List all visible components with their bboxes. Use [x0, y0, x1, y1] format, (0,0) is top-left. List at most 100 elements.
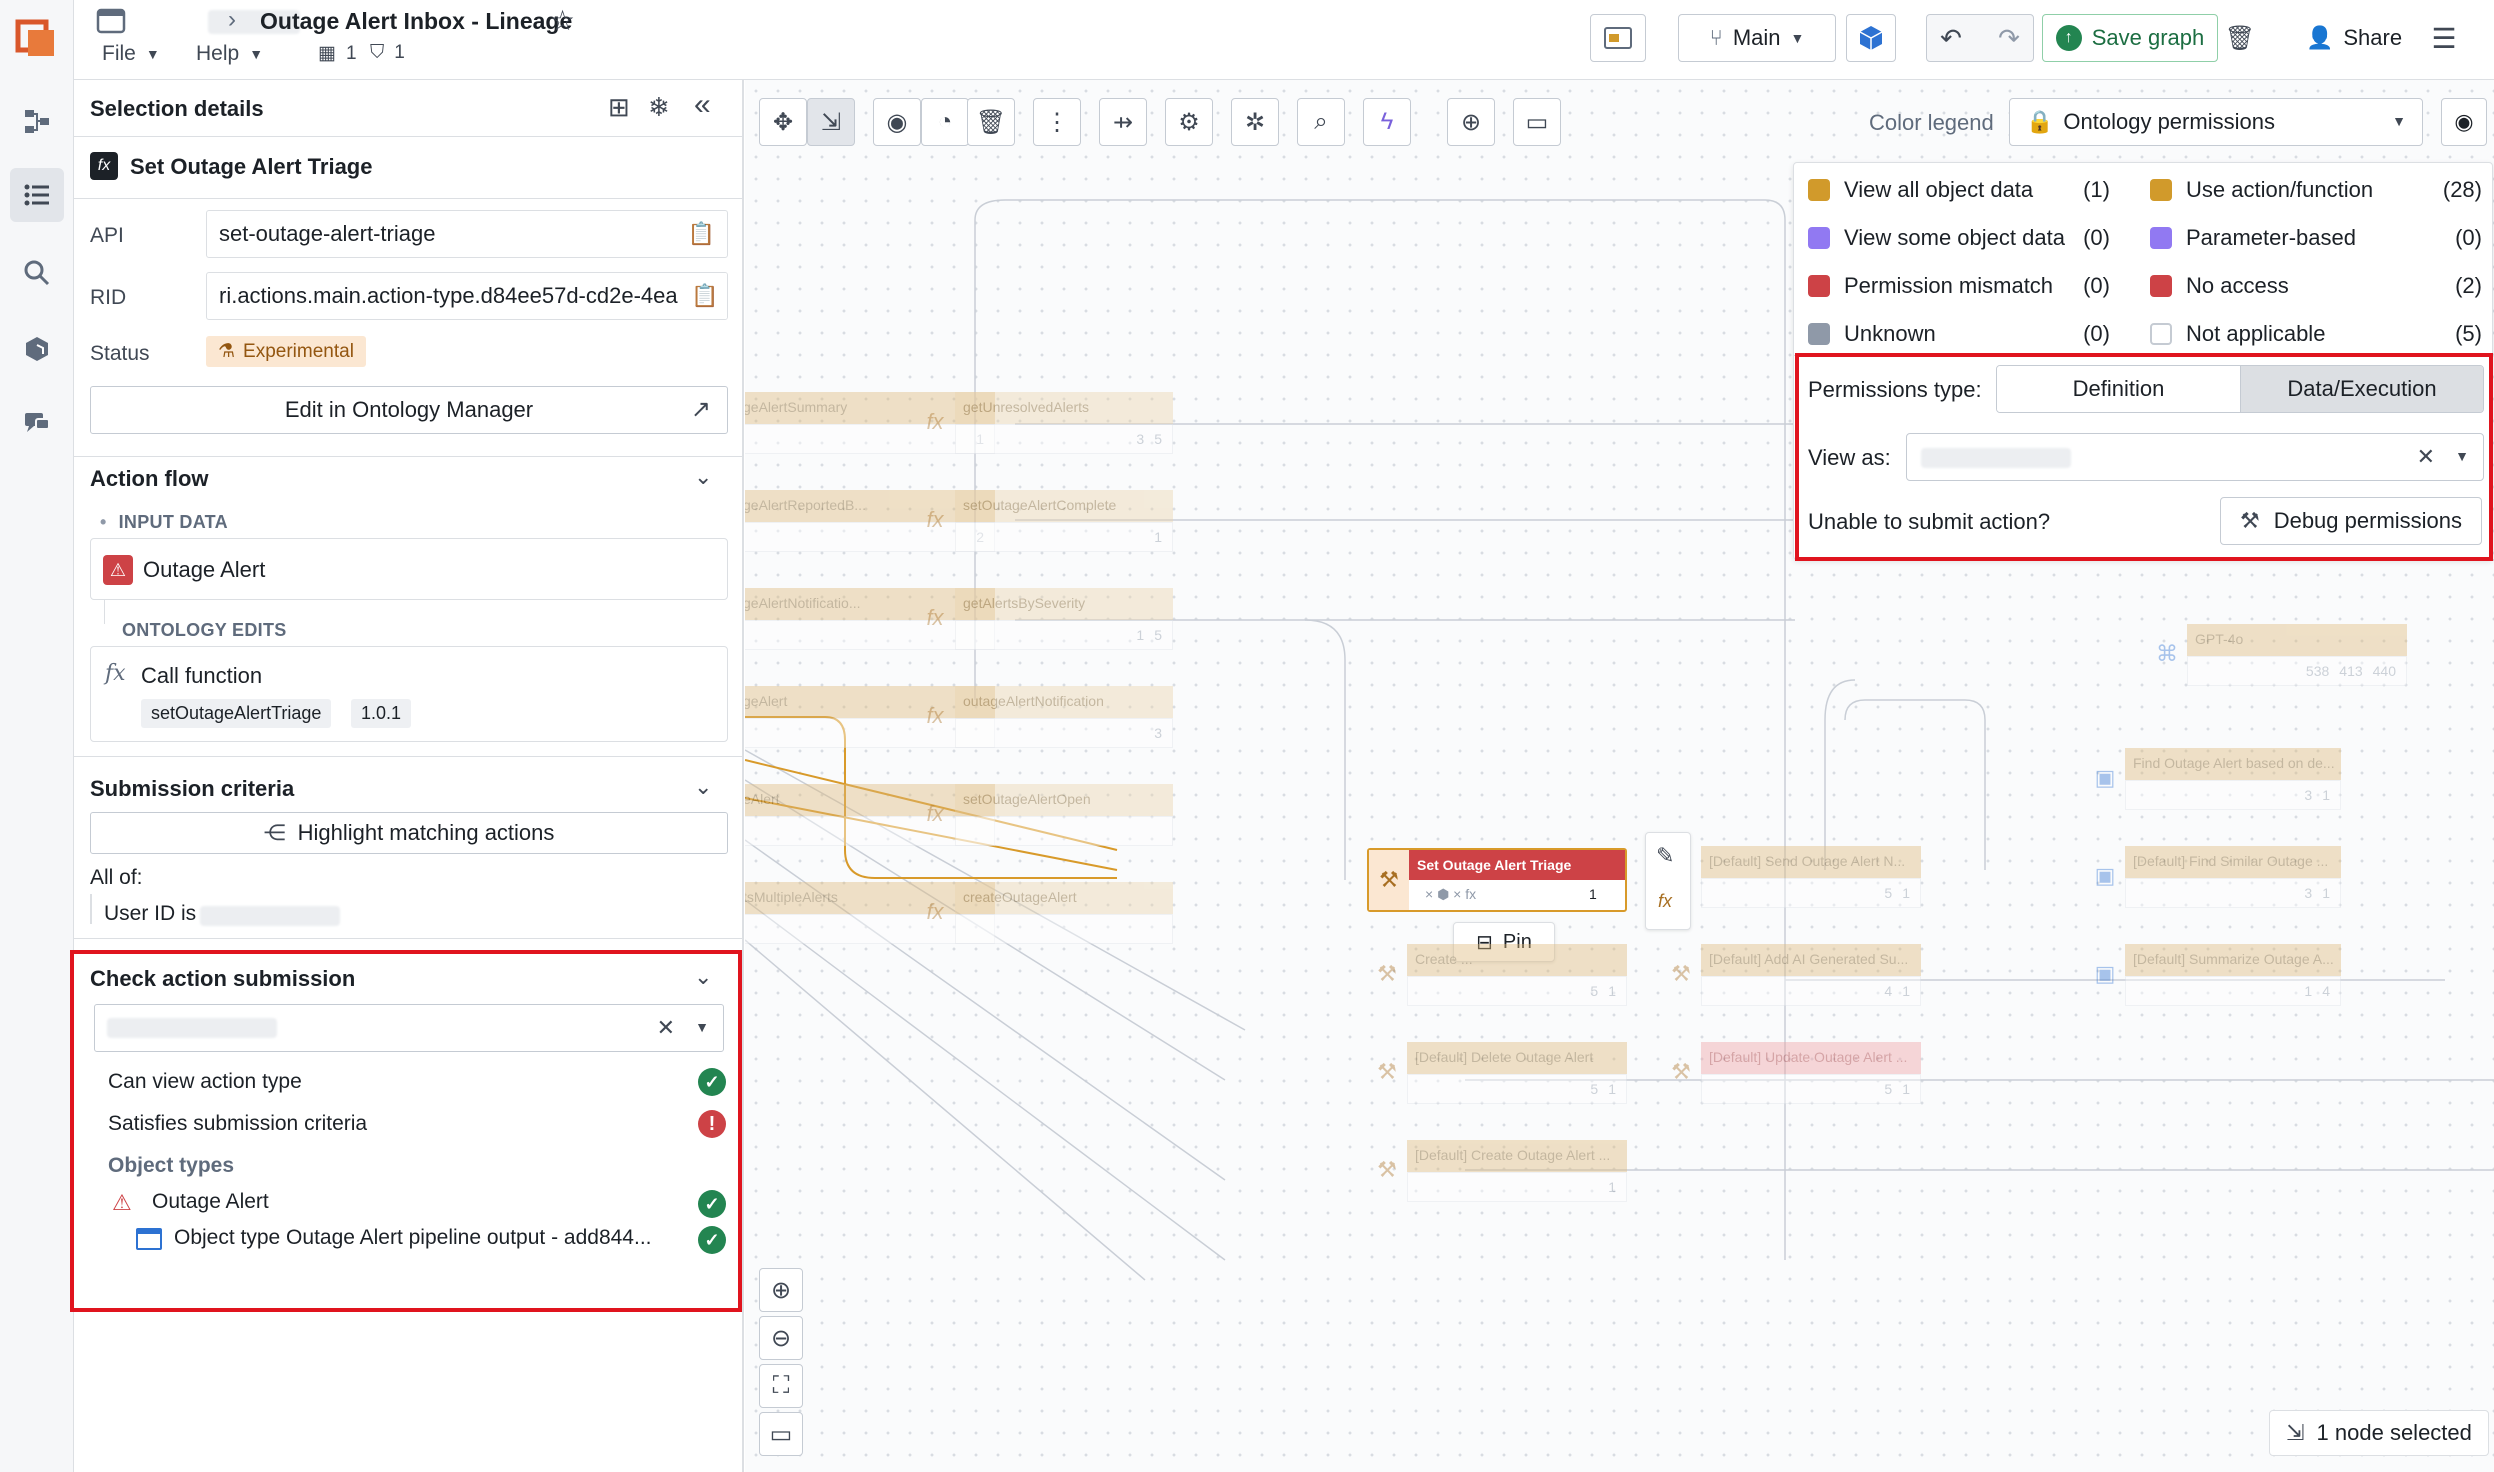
lineage-icon[interactable]: [10, 94, 64, 148]
comments-icon[interactable]: [10, 396, 64, 450]
legend-swatch: [2150, 275, 2172, 297]
menu-file[interactable]: File ▼: [102, 42, 160, 66]
chevron-down-icon[interactable]: ⌄: [694, 964, 712, 990]
more-menu-icon[interactable]: ☰: [2424, 14, 2464, 62]
function-node[interactable]: getAlertsBySeverity 1 5: [955, 588, 1173, 650]
node-count: 1: [1608, 1081, 1616, 1097]
zoom-in-icon[interactable]: ⊕: [759, 1268, 803, 1312]
ontology-cube-button[interactable]: [1846, 14, 1896, 62]
snowflake-icon[interactable]: ❄: [648, 92, 670, 123]
entity-name: Set Outage Alert Triage: [130, 154, 373, 179]
panel-toggle-button[interactable]: [1590, 14, 1646, 62]
action-node[interactable]: [Default] Update Outage Alert ... 5 1: [1701, 1042, 1921, 1104]
undo-redo-group: ↶ ↷: [1926, 14, 2034, 62]
divider: [74, 938, 744, 939]
search-icon[interactable]: [10, 246, 64, 300]
cube-icon: [1859, 26, 1883, 50]
collapse-panel-icon[interactable]: «: [694, 88, 711, 122]
branch-selector[interactable]: ⑂ Main ▼: [1678, 14, 1836, 62]
node-title: [Default] Summarize Outage A...: [2125, 944, 2341, 976]
delete-button[interactable]: 🗑: [2220, 14, 2260, 62]
action-node[interactable]: [Default] Send Outage Alert N... 5 1: [1701, 846, 1921, 908]
upload-icon: ↑: [2055, 25, 2082, 51]
edit-in-ontology-manager-button[interactable]: Edit in Ontology Manager ↗: [90, 386, 728, 434]
status-label: Status: [90, 342, 150, 365]
node-title: getUnresolvedAlerts: [955, 392, 1173, 424]
chevron-down-icon[interactable]: ⌄: [694, 774, 712, 800]
data-execution-tab[interactable]: Data/Execution: [2240, 366, 2483, 412]
node-title: [Default] Send Outage Alert N...: [1701, 846, 1921, 878]
selected-action-node[interactable]: ⚒ Set Outage Alert Triage × ⬢ × fx 1: [1367, 848, 1627, 912]
user-select[interactable]: ✕ ▼: [94, 1004, 724, 1052]
model-node[interactable]: GPT-4o 538 413 440: [2187, 624, 2407, 686]
object-cube-icon[interactable]: [10, 322, 64, 376]
rid-field[interactable]: ri.actions.main.action-type.d84ee57d-cd2…: [206, 272, 728, 320]
caret-down-icon[interactable]: ▼: [2455, 448, 2469, 464]
function-node[interactable]: getUnresolvedAlerts 3 5: [955, 392, 1173, 454]
action-node[interactable]: [Default] Find Similar Outage ... 3 1: [2125, 846, 2341, 908]
ontology-edits-label: ONTOLOGY EDITS: [122, 620, 287, 640]
edit-pencil-icon[interactable]: ✎: [1656, 843, 1674, 869]
zoom-out-icon[interactable]: ⊖: [759, 1316, 803, 1360]
debug-permissions-button[interactable]: ⚒ Debug permissions: [2220, 497, 2482, 545]
files-badge[interactable]: ▦ 1: [318, 42, 357, 65]
gavel-icon: ⚒: [1377, 961, 1397, 986]
node-count: 3: [1154, 725, 1162, 741]
node-count: 3: [2304, 787, 2313, 803]
legend-label: No access: [2186, 273, 2289, 298]
function-node[interactable]: setOutageAlertOpen: [955, 784, 1173, 846]
model-icon: ⌘: [2156, 641, 2178, 666]
node-count: 4: [2322, 983, 2330, 999]
files-count: 1: [345, 42, 357, 64]
selection-status-text: 1 node selected: [2316, 1420, 2472, 1445]
function-node[interactable]: createOutageAlert: [955, 882, 1173, 944]
chevron-down-icon[interactable]: ⌄: [694, 464, 712, 490]
function-node[interactable]: outageAlertNotification 3: [955, 686, 1173, 748]
legend-count: (2): [2455, 273, 2482, 298]
gavel-icon: ⚒: [1377, 1157, 1397, 1182]
api-field[interactable]: set-outage-alert-triage 📋: [206, 210, 728, 258]
action-node[interactable]: Create ... 5 1: [1407, 944, 1627, 1006]
action-node[interactable]: [Default] Create Outage Alert ... 1: [1407, 1140, 1627, 1202]
present-icon[interactable]: ▭: [759, 1412, 803, 1456]
object-type-outage-alert[interactable]: Outage Alert: [152, 1190, 269, 1214]
trash-icon: 🗑: [2224, 24, 2256, 52]
action-node[interactable]: [Default] Delete Outage Alert 5 1: [1407, 1042, 1627, 1104]
gavel-icon: ⚒: [1377, 1059, 1397, 1084]
function-node[interactable]: setOutageAlertComplete 1: [955, 490, 1173, 552]
fit-view-icon[interactable]: ⛶: [759, 1364, 803, 1408]
legend-count: (0): [2083, 225, 2110, 250]
clear-icon[interactable]: ✕: [2417, 444, 2435, 470]
view-as-select[interactable]: ✕ ▼: [1906, 433, 2484, 481]
add-panel-icon[interactable]: ⊞: [608, 92, 630, 123]
caret-down-icon: ▼: [1790, 30, 1805, 46]
gavel-icon: ⚒: [1671, 961, 1691, 986]
function-fx-icon[interactable]: fx: [1658, 891, 1672, 912]
app-logo-icon[interactable]: [14, 14, 60, 60]
list-icon[interactable]: [10, 168, 64, 222]
undo-icon[interactable]: ↶: [1940, 23, 1962, 54]
action-node[interactable]: [Default] Add AI Generated Su... 4 1: [1701, 944, 1921, 1006]
function-fx-icon: fx: [105, 661, 126, 686]
node-count: 1: [2322, 885, 2330, 901]
clipboard-icon[interactable]: 📋: [688, 221, 715, 247]
object-type-pipeline-output[interactable]: Object type Outage Alert pipeline output…: [174, 1226, 651, 1250]
highlight-matching-actions-button[interactable]: ⋲ Highlight matching actions: [90, 812, 728, 854]
redacted-user-value: [1921, 448, 2071, 468]
clear-icon[interactable]: ✕: [657, 1015, 675, 1041]
caret-down-icon[interactable]: ▼: [695, 1019, 709, 1035]
save-graph-button[interactable]: ↑ Save graph: [2042, 14, 2218, 62]
shield-badge[interactable]: ⛉ 1: [370, 42, 405, 64]
call-function-card[interactable]: fx Call function setOutageAlertTriage 1.…: [90, 646, 728, 742]
definition-tab[interactable]: Definition: [1997, 366, 2240, 412]
share-button[interactable]: 👤 Share: [2296, 14, 2412, 62]
input-object-card[interactable]: ⚠ Outage Alert: [90, 538, 728, 600]
action-node[interactable]: [Default] Summarize Outage A... 1 4: [2125, 944, 2341, 1006]
favorite-star-icon[interactable]: ☆: [550, 4, 575, 37]
action-node[interactable]: Find Outage Alert based on de... 3 1: [2125, 748, 2341, 810]
redo-icon[interactable]: ↷: [1998, 23, 2020, 54]
unable-to-submit-label: Unable to submit action?: [1808, 509, 2051, 534]
clipboard-icon[interactable]: 📋: [683, 273, 727, 319]
node-count: 1: [1136, 627, 1145, 643]
menu-help[interactable]: Help ▼: [196, 42, 263, 66]
